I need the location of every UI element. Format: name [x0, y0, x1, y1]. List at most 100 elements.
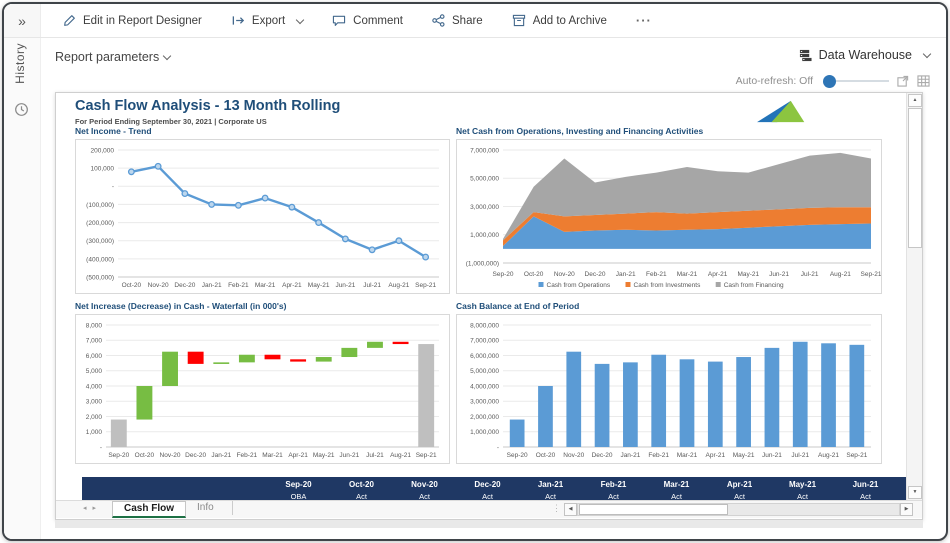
archive-label: Add to Archive — [533, 15, 607, 27]
hscroll-left-arrow[interactable]: ◀ — [564, 503, 577, 516]
balance-bar — [793, 342, 808, 447]
svg-text:Feb-21: Feb-21 — [228, 282, 249, 289]
edit-in-report-designer-button[interactable]: Edit in Report Designer — [63, 14, 202, 27]
balance-bar — [849, 345, 864, 447]
export-chevron-down-icon — [296, 15, 304, 23]
vscroll-thumb[interactable] — [908, 108, 922, 248]
svg-text:Jul-21: Jul-21 — [363, 282, 381, 289]
vscroll-down-arrow[interactable]: ▼ — [908, 486, 922, 499]
svg-text:Jun-21: Jun-21 — [339, 452, 359, 459]
export-button[interactable]: Export — [231, 14, 303, 27]
table-column-month: Jan-21 — [519, 477, 582, 491]
data-source-dropdown[interactable]: Data Warehouse — [799, 48, 930, 62]
popout-icon[interactable] — [897, 75, 909, 87]
more-actions-button[interactable]: ··· — [636, 13, 652, 28]
svg-text:May-21: May-21 — [737, 271, 759, 278]
table-column: Jan-21Act — [519, 477, 582, 500]
ellipsis-icon: ··· — [636, 13, 652, 28]
data-source-chevron-icon — [923, 50, 931, 58]
report-parameters-label: Report parameters — [55, 50, 159, 64]
waterfall-bar — [136, 386, 152, 420]
collapse-chevrons-icon: » — [18, 13, 26, 29]
svg-text:Mar-21: Mar-21 — [677, 271, 698, 278]
add-to-archive-button[interactable]: Add to Archive — [512, 14, 607, 27]
report-subtitle: For Period Ending September 30, 2021 | C… — [75, 117, 267, 126]
svg-text:Nov-20: Nov-20 — [148, 282, 169, 289]
svg-text:Sep-20: Sep-20 — [507, 452, 528, 459]
svg-text:5,000: 5,000 — [86, 368, 103, 375]
table-column-version: Act — [708, 491, 771, 500]
tab-split-handle-icon[interactable]: ⋮ — [552, 503, 561, 514]
svg-text:2,000,000: 2,000,000 — [470, 414, 499, 421]
table-column-version: Act — [771, 491, 834, 500]
waterfall-bar — [111, 420, 127, 447]
table-column-month: Jun-21 — [834, 477, 897, 491]
table-column-month: Oct-20 — [330, 477, 393, 491]
tab-cash-flow[interactable]: Cash Flow — [112, 501, 186, 518]
history-clock-icon[interactable] — [14, 102, 29, 117]
svg-text:Nov-20: Nov-20 — [563, 452, 584, 459]
svg-text:8,000,000: 8,000,000 — [470, 322, 499, 329]
balance-bar — [821, 343, 836, 447]
table-column-version: Act — [456, 491, 519, 500]
table-column: Mar-21Act — [645, 477, 708, 500]
waterfall-bar — [239, 355, 255, 363]
legend-item: Cash from Investments — [626, 282, 702, 289]
net-cash-activities-svg: 7,000,0005,000,0003,000,0001,000,000(1,0… — [457, 140, 881, 293]
auto-refresh-slider[interactable] — [829, 80, 889, 82]
cash-balance-chart: 8,000,0007,000,0006,000,0005,000,0004,00… — [456, 314, 882, 464]
svg-text:(300,000): (300,000) — [86, 238, 114, 245]
svg-text:Apr-21: Apr-21 — [282, 282, 302, 289]
sheet-nav-arrows[interactable]: ◂ ▸ — [83, 504, 98, 512]
svg-text:Feb-21: Feb-21 — [237, 452, 258, 459]
balance-bar — [736, 357, 751, 447]
svg-text:Nov-20: Nov-20 — [160, 452, 181, 459]
auto-refresh-bar: Auto-refresh: Off — [736, 75, 930, 87]
export-label: Export — [252, 15, 285, 27]
vscroll-up-arrow[interactable]: ▲ — [908, 94, 922, 107]
auto-refresh-knob[interactable] — [823, 75, 836, 88]
hscroll-track[interactable] — [577, 503, 900, 516]
table-column-version: Act — [645, 491, 708, 500]
data-warehouse-icon — [799, 49, 812, 62]
svg-text:8,000: 8,000 — [86, 322, 103, 329]
edit-label: Edit in Report Designer — [83, 15, 202, 27]
share-button[interactable]: Share — [432, 14, 483, 27]
svg-text:Sep-21: Sep-21 — [846, 452, 867, 459]
svg-text:1,000,000: 1,000,000 — [470, 429, 499, 436]
net-increase-waterfall-chart: 8,0007,0006,0005,0004,0003,0002,0001,000… — [75, 314, 450, 464]
archive-box-icon — [512, 14, 526, 27]
period-table-columns: Sep-20OBAOct-20ActNov-20ActDec-20ActJan-… — [82, 477, 908, 500]
table-column-month: Feb-21 — [582, 477, 645, 491]
svg-text:May-21: May-21 — [313, 452, 335, 459]
svg-text:5,000,000: 5,000,000 — [470, 368, 499, 375]
svg-text:Aug-21: Aug-21 — [390, 452, 411, 459]
vertical-scrollbar[interactable]: ▲ ▼ — [906, 93, 922, 500]
svg-text:Oct-20: Oct-20 — [122, 282, 142, 289]
net-cash-activities-chart: 7,000,0005,000,0003,000,0001,000,000(1,0… — [456, 139, 882, 294]
app-window: » Edit in Report Designer Export Comment… — [2, 2, 948, 541]
table-column-version: OBA — [267, 491, 330, 500]
history-label[interactable]: History — [13, 43, 27, 84]
report-parameters-dropdown[interactable]: Report parameters — [55, 50, 170, 64]
collapse-sidebar-button[interactable]: » — [4, 4, 41, 37]
svg-text:7,000,000: 7,000,000 — [470, 338, 499, 345]
svg-text:Aug-21: Aug-21 — [830, 271, 851, 278]
comment-label: Comment — [353, 15, 403, 27]
balance-bar — [623, 362, 638, 447]
svg-text:Dec-20: Dec-20 — [592, 452, 613, 459]
svg-text:May-21: May-21 — [308, 282, 330, 289]
hscroll-right-arrow[interactable]: ▶ — [900, 503, 913, 516]
table-column: Apr-21Act — [708, 477, 771, 500]
waterfall-bar — [393, 342, 409, 344]
grid-view-icon[interactable] — [917, 75, 930, 87]
table-column: May-21Act — [771, 477, 834, 500]
net-increase-waterfall-svg: 8,0007,0006,0005,0004,0003,0002,0001,000… — [76, 315, 449, 463]
export-icon — [231, 14, 245, 27]
tab-info[interactable]: Info — [186, 501, 233, 515]
hscroll-thumb[interactable] — [579, 504, 728, 515]
balance-bar — [765, 348, 780, 447]
table-column-month: Sep-20 — [267, 477, 330, 491]
comment-button[interactable]: Comment — [332, 14, 403, 27]
table-column-version: Act — [330, 491, 393, 500]
